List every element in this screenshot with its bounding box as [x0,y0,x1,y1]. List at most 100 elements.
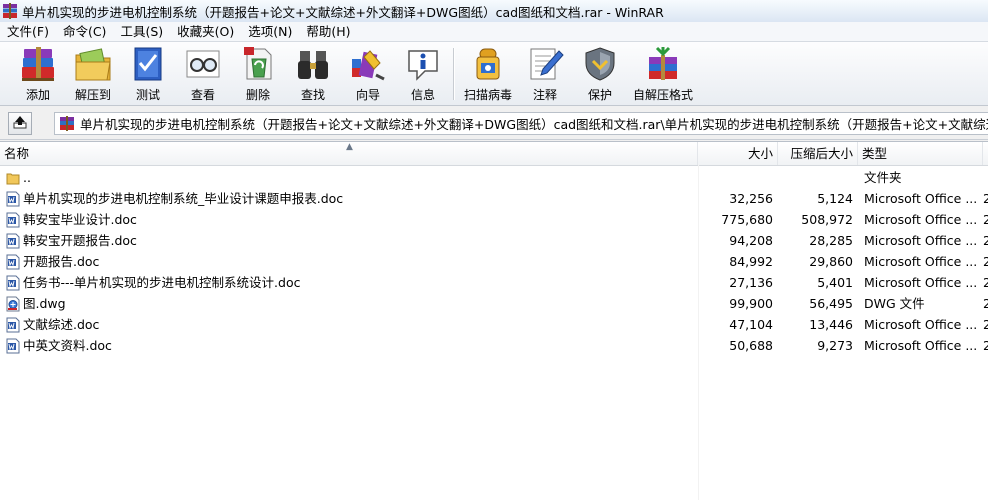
file-packed-size: 28,285 [809,233,853,248]
file-type: DWG 文件 [864,296,925,311]
find-button[interactable]: 查找 [286,45,340,103]
delete-button[interactable]: 删除 [231,45,285,103]
menu-file[interactable]: 文件(F) [0,22,56,41]
toolbar: 添加 解压到 测试 查看 删除 查找 向导 信息 扫描病毒 注释 保护 自解压格… [0,41,988,106]
file-modified-partial: 2 [983,296,988,311]
dwg-file-icon [6,296,20,312]
file-size: 27,136 [729,275,773,290]
glasses-view-icon [183,45,223,83]
list-item-parent-folder[interactable]: .. 文件夹 [0,167,988,188]
word-doc-icon [6,233,20,249]
file-size: 94,208 [729,233,773,248]
virus-scan-button[interactable]: 扫描病毒 [461,45,515,103]
menu-options[interactable]: 选项(N) [241,22,299,41]
sfx-button[interactable]: 自解压格式 [633,45,693,103]
extract-to-button[interactable]: 解压到 [66,45,120,103]
file-type: Microsoft Office ... [864,338,978,353]
wizard-button[interactable]: 向导 [341,45,395,103]
file-modified-partial: 2 [983,212,988,227]
test-button[interactable]: 测试 [121,45,175,103]
test-label: 测试 [135,88,160,102]
title-bar: 单片机实现的步进电机控制系统（开题报告+论文+文献综述+外文翻译+DWG图纸）c… [0,0,988,23]
file-packed-size: 9,273 [817,338,853,353]
list-header: 名称 ▲ 大小 压缩后大小 类型 [0,142,988,166]
folder-icon [6,170,20,186]
file-type: Microsoft Office ... [864,191,978,206]
word-doc-icon [6,317,20,333]
file-size: 47,104 [729,317,773,332]
file-modified-partial: 2 [983,233,988,248]
list-item[interactable]: 单片机实现的步进电机控制系统_毕业设计课题申报表.doc 32,256 5,12… [0,188,988,209]
list-item[interactable]: 文献综述.doc 47,104 13,446 Microsoft Office … [0,314,988,335]
delete-label: 删除 [245,88,270,102]
file-size: 50,688 [729,338,773,353]
rar-archive-icon [59,116,75,131]
winrar-app-icon [2,3,18,19]
menu-favorites[interactable]: 收藏夹(O) [170,22,241,41]
list-item[interactable]: 中英文资料.doc 50,688 9,273 Microsoft Office … [0,335,988,356]
file-packed-size: 29,860 [809,254,853,269]
virus-scan-icon [468,45,508,83]
add-button[interactable]: 添加 [11,45,65,103]
up-folder-button[interactable] [8,112,32,135]
comment-pen-icon [525,45,565,83]
file-size: 32,256 [729,191,773,206]
list-item[interactable]: 任务书---单片机实现的步进电机控制系统设计.doc 27,136 5,401 … [0,272,988,293]
list-item[interactable]: 图.dwg 99,900 56,495 DWG 文件 2 [0,293,988,314]
file-type: 文件夹 [864,170,902,185]
file-name: .. [23,170,31,185]
column-packed-header[interactable]: 压缩后大小 [778,142,858,165]
file-name: 韩安宝开题报告.doc [23,233,137,248]
file-name: 文献综述.doc [23,317,100,332]
file-name: 图.dwg [23,296,66,311]
archive-path-field[interactable]: 单片机实现的步进电机控制系统（开题报告+论文+文献综述+外文翻译+DWG图纸）c… [54,112,988,135]
file-modified-partial: 2 [983,338,988,353]
file-type: Microsoft Office ... [864,275,978,290]
list-item[interactable]: 韩安宝毕业设计.doc 775,680 508,972 Microsoft Of… [0,209,988,230]
file-packed-size: 508,972 [801,212,853,227]
file-name: 单片机实现的步进电机控制系统_毕业设计课题申报表.doc [23,191,344,206]
word-doc-icon [6,254,20,270]
column-type-header[interactable]: 类型 [858,142,983,165]
file-packed-size: 56,495 [809,296,853,311]
word-doc-icon [6,275,20,291]
column-more-header[interactable] [983,142,988,165]
books-add-icon [18,45,58,83]
column-size-header[interactable]: 大小 [698,142,778,165]
word-doc-icon [6,212,20,228]
file-type: Microsoft Office ... [864,317,978,332]
list-item[interactable]: 韩安宝开题报告.doc 94,208 28,285 Microsoft Offi… [0,230,988,251]
file-modified-partial: 2 [983,191,988,206]
file-type: Microsoft Office ... [864,254,978,269]
word-doc-icon [6,338,20,354]
info-icon [403,45,443,83]
view-button[interactable]: 查看 [176,45,230,103]
book-check-icon [128,45,168,83]
protect-button[interactable]: 保护 [573,45,627,103]
sfx-archive-icon [643,45,683,83]
extract-to-label: 解压到 [74,88,111,102]
binoculars-find-icon [293,45,333,83]
magic-wizard-icon [348,45,388,83]
file-modified-partial: 2 [983,275,988,290]
file-modified-partial: 2 [983,254,988,269]
file-size: 84,992 [729,254,773,269]
recycle-delete-icon [238,45,278,83]
file-list: 名称 ▲ 大小 压缩后大小 类型 .. 文件夹 单片机实现的步进电机控制系统_毕… [0,141,988,500]
menu-tools[interactable]: 工具(S) [113,22,170,41]
file-size: 775,680 [721,212,773,227]
file-packed-size: 5,401 [817,275,853,290]
file-name: 任务书---单片机实现的步进电机控制系统设计.doc [23,275,301,290]
word-doc-icon [6,191,20,207]
menu-commands[interactable]: 命令(C) [56,22,113,41]
menu-help[interactable]: 帮助(H) [299,22,357,41]
list-item[interactable]: 开题报告.doc 84,992 29,860 Microsoft Office … [0,251,988,272]
info-button[interactable]: 信息 [396,45,450,103]
file-modified-partial: 2 [983,317,988,332]
comment-label: 注释 [532,88,557,102]
file-type: Microsoft Office ... [864,233,978,248]
comment-button[interactable]: 注释 [518,45,572,103]
wizard-label: 向导 [355,88,380,102]
add-label: 添加 [25,88,50,102]
file-type: Microsoft Office ... [864,212,978,227]
